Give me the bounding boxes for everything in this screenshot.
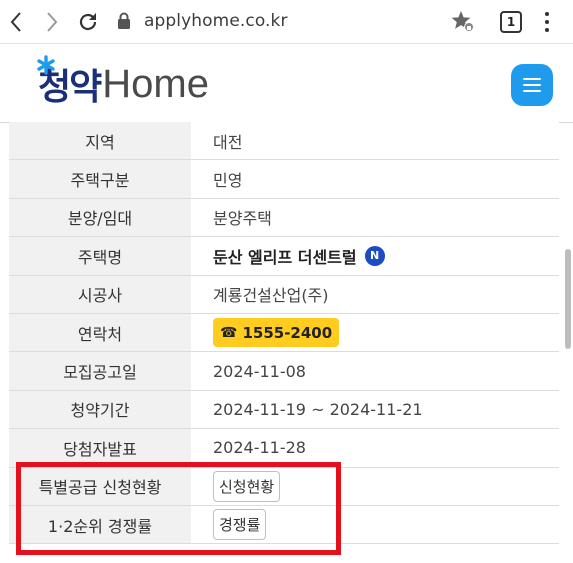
row-value: 민영 bbox=[191, 160, 559, 198]
new-badge: N bbox=[364, 245, 385, 266]
table-row-competition-rate: 1·2순위 경쟁률 경쟁률 bbox=[9, 505, 559, 545]
reload-icon[interactable] bbox=[74, 8, 102, 36]
row-value: ☎ 1555-2400 bbox=[191, 313, 559, 352]
row-label: 지역 bbox=[9, 122, 191, 160]
row-value: 경쟁률 bbox=[191, 505, 559, 544]
phone-icon: ☎ bbox=[220, 324, 238, 341]
row-value: 2024-11-28 bbox=[191, 429, 559, 467]
table-row-constructor: 시공사 계룡건설산업(주) bbox=[9, 275, 559, 314]
row-value: 계룡건설산업(주) bbox=[191, 275, 559, 313]
row-label: 주택구분 bbox=[9, 160, 191, 198]
special-supply-status-button[interactable]: 신청현황 bbox=[213, 470, 281, 502]
phone-number: 1555-2400 bbox=[242, 323, 333, 342]
bookmark-star-icon[interactable] bbox=[450, 9, 476, 35]
lock-icon[interactable] bbox=[117, 12, 133, 32]
logo-star-icon bbox=[37, 55, 55, 75]
table-row-housing-name: 주택명 둔산 엘리프 더센트럴 N bbox=[9, 237, 559, 276]
row-label: 1·2순위 경쟁률 bbox=[9, 505, 191, 544]
table-row-announcement-date: 모집공고일 2024-11-08 bbox=[9, 352, 559, 391]
tab-count-button[interactable]: 1 bbox=[500, 11, 522, 33]
table-row-application-period: 청약기간 2024-11-19 ~ 2024-11-21 bbox=[9, 390, 559, 430]
site-logo[interactable]: 청약 Home bbox=[37, 55, 209, 109]
table-row-winner-announcement: 당첨자발표 2024-11-28 bbox=[9, 429, 559, 468]
row-value: 신청현황 bbox=[191, 467, 559, 505]
page-scrollbar[interactable] bbox=[565, 249, 571, 349]
menu-hamburger-button[interactable] bbox=[511, 64, 553, 106]
forward-icon[interactable] bbox=[38, 8, 66, 36]
row-label: 모집공고일 bbox=[9, 352, 191, 390]
hamburger-line bbox=[523, 78, 541, 80]
housing-info-table: 지역 대전 주택구분 민영 분양/임대 분양주택 주택명 둔산 엘리프 더센트럴… bbox=[9, 122, 559, 545]
row-label: 당첨자발표 bbox=[9, 429, 191, 467]
table-row-sale-rent: 분양/임대 분양주택 bbox=[9, 198, 559, 238]
table-row-contact: 연락처 ☎ 1555-2400 bbox=[9, 313, 559, 353]
table-row-special-supply: 특별공급 신청현황 신청현황 bbox=[9, 467, 559, 506]
row-label: 분양/임대 bbox=[9, 198, 191, 237]
competition-rate-button[interactable]: 경쟁률 bbox=[213, 509, 267, 541]
row-label: 특별공급 신청현황 bbox=[9, 467, 191, 505]
row-value: 분양주택 bbox=[191, 198, 559, 237]
housing-name-text: 둔산 엘리프 더센트럴 bbox=[213, 247, 357, 267]
row-label: 시공사 bbox=[9, 275, 191, 313]
hamburger-line bbox=[523, 84, 541, 86]
browser-menu-icon[interactable] bbox=[538, 10, 556, 34]
back-icon[interactable] bbox=[2, 8, 30, 36]
phone-call-button[interactable]: ☎ 1555-2400 bbox=[213, 318, 340, 348]
table-row-region: 지역 대전 bbox=[9, 122, 559, 161]
row-label: 주택명 bbox=[9, 237, 191, 275]
site-header: 청약 Home bbox=[0, 45, 573, 123]
row-label: 청약기간 bbox=[9, 390, 191, 429]
hamburger-line bbox=[523, 90, 541, 92]
row-value: 둔산 엘리프 더센트럴 N bbox=[191, 237, 559, 275]
row-value: 대전 bbox=[191, 122, 559, 160]
logo-english-text: Home bbox=[102, 61, 209, 106]
address-bar-url[interactable]: applyhome.co.kr bbox=[144, 11, 288, 31]
browser-toolbar: applyhome.co.kr 1 bbox=[0, 0, 573, 44]
row-value: 2024-11-19 ~ 2024-11-21 bbox=[191, 390, 559, 429]
table-row-housing-type: 주택구분 민영 bbox=[9, 160, 559, 199]
row-label: 연락처 bbox=[9, 313, 191, 352]
row-value: 2024-11-08 bbox=[191, 352, 559, 390]
